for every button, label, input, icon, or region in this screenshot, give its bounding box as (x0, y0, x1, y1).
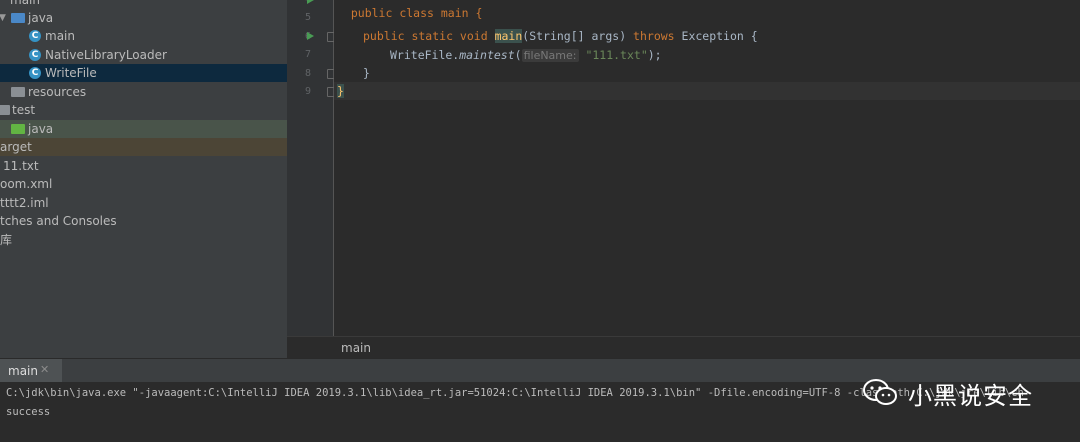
line-number: 7 (304, 49, 311, 60)
tree-item-iml-file[interactable]: tttt2.iml (0, 194, 287, 212)
tree-item-external-libraries[interactable]: 库 (0, 231, 287, 249)
code-line-6[interactable]: public static void main(String[] args) t… (363, 29, 758, 43)
console-line: success (6, 406, 51, 418)
run-tab-main[interactable]: main ✕ (0, 359, 62, 383)
chevron-down-icon[interactable]: ▼ (0, 9, 6, 27)
folder-icon (11, 13, 25, 23)
editor-gutter: 4 5 6 7 8 9 (287, 0, 335, 336)
resources-folder-icon (11, 87, 25, 97)
current-line-highlight (334, 82, 1080, 100)
tree-item-pom-xml[interactable]: oom.xml (0, 175, 287, 193)
tree-item-resources-folder[interactable]: resources (0, 83, 287, 101)
tree-item-nativelibraryloader-class[interactable]: C NativeLibraryLoader (0, 46, 287, 64)
tree-item-test-java-folder[interactable]: java (0, 120, 287, 138)
tree-item-main-class[interactable]: C main (0, 27, 287, 45)
tree-item-writefile-class[interactable]: C WriteFile (0, 64, 287, 82)
code-line-9[interactable]: } (337, 84, 344, 98)
line-number: 9 (304, 86, 311, 97)
breadcrumb[interactable]: main (287, 336, 1080, 359)
class-icon: C (29, 49, 41, 61)
parameter-hint: fileName: (521, 49, 579, 62)
watermark: 小黑说安全 (862, 374, 1062, 414)
run-icon[interactable] (307, 32, 314, 40)
code-line-7[interactable]: WriteFile.maintest(fileName: "111.txt"); (390, 48, 662, 62)
tree-item-11-txt[interactable]: 11.txt (0, 157, 287, 175)
tree-item-target-folder[interactable]: arget (0, 138, 287, 156)
project-tree-panel: main ▼ java C main C NativeLibraryLoader… (0, 0, 287, 358)
run-icon[interactable] (307, 0, 314, 4)
tree-item-main-folder[interactable]: main (0, 0, 287, 9)
code-line-8[interactable]: } (363, 66, 370, 80)
tree-item-java-folder[interactable]: ▼ java (0, 9, 287, 27)
tree-item-scratches-consoles[interactable]: tches and Consoles (0, 212, 287, 230)
code-line-4[interactable]: public class main { (337, 0, 483, 20)
wechat-icon (863, 379, 897, 405)
folder-icon (0, 105, 10, 115)
tree-item-test-folder[interactable]: test (0, 101, 287, 119)
class-icon: C (29, 67, 41, 79)
close-icon[interactable]: ✕ (40, 363, 49, 376)
line-number: 8 (304, 68, 311, 79)
class-icon: C (29, 30, 41, 42)
line-number: 5 (304, 12, 311, 23)
test-folder-icon (11, 124, 25, 134)
